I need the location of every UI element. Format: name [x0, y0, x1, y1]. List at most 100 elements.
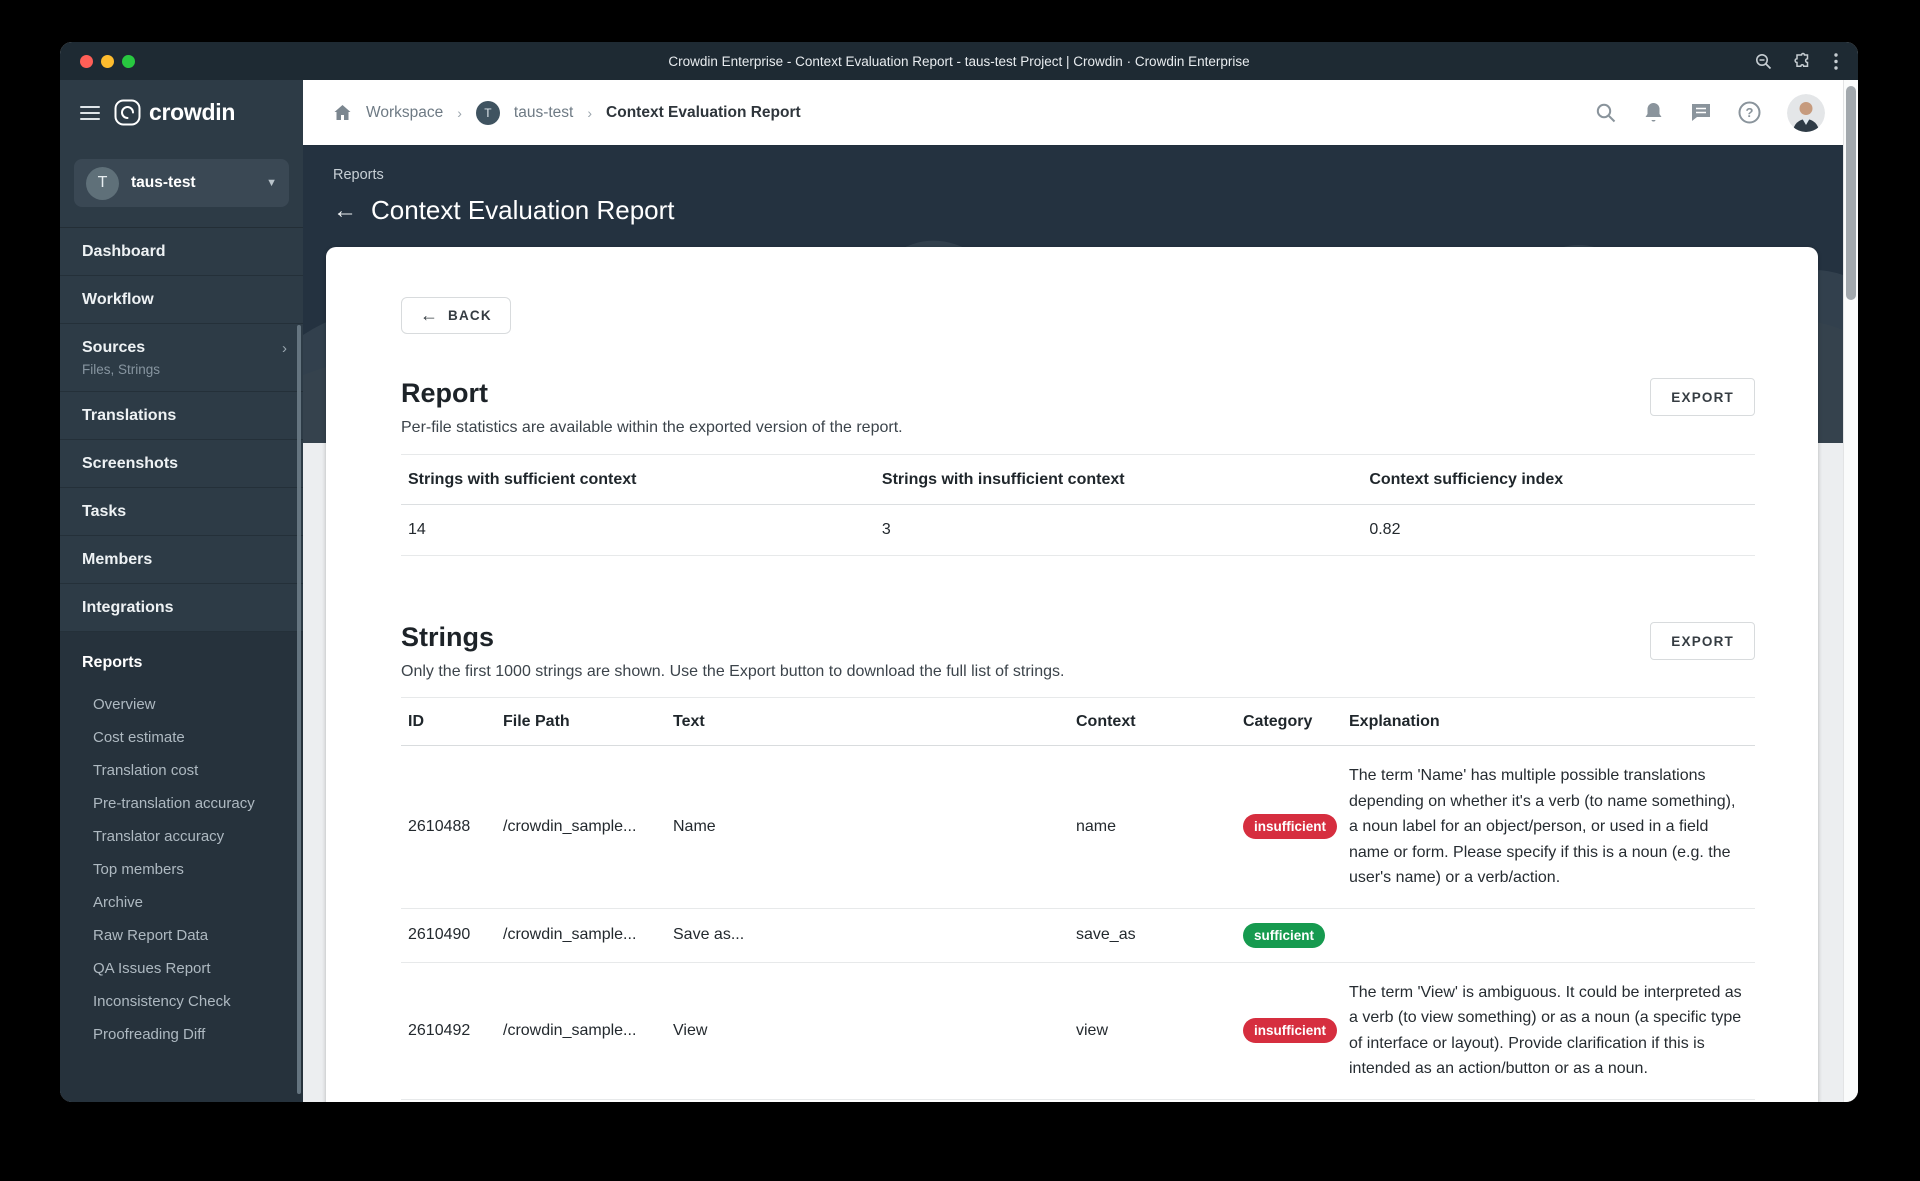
column-header: Explanation	[1342, 697, 1755, 746]
chevron-right-icon: ›	[282, 340, 287, 357]
sidebar-item-members[interactable]: Members	[60, 536, 303, 584]
sidebar-item-workflow[interactable]: Workflow	[60, 276, 303, 324]
home-icon[interactable]	[333, 104, 352, 122]
sidebar-item-label: Members	[82, 551, 153, 568]
strings-section-heading: Strings	[401, 622, 495, 652]
search-icon[interactable]	[1595, 102, 1617, 124]
strings-export-button[interactable]: EXPORT	[1650, 622, 1755, 660]
table-row[interactable]: 2610488 /crowdin_sample... Name name ins…	[401, 745, 1755, 909]
column-header: Text	[666, 697, 1069, 746]
traffic-lights	[80, 54, 135, 68]
stat-value: 3	[874, 504, 1363, 556]
sidebar-item-screenshots[interactable]: Screenshots	[60, 440, 303, 488]
report-stats-table: Strings with sufficient context Strings w…	[401, 454, 1755, 556]
sidebar-item-translations[interactable]: Translations	[60, 392, 303, 440]
sidebar-item-label: Dashboard	[82, 243, 166, 260]
table-row[interactable]: 2610492 /crowdin_sample... View view ins…	[401, 962, 1755, 1100]
extensions-icon[interactable]	[1794, 52, 1812, 70]
table-row[interactable]: 2610490 /crowdin_sample... Save as... sa…	[401, 908, 1755, 963]
help-icon[interactable]: ?	[1738, 101, 1761, 124]
sidebar-report-subitem[interactable]: Inconsistency Check	[60, 985, 303, 1018]
category-badge: insufficient	[1243, 814, 1338, 840]
sidebar-item-sublabel: Files, Strings	[82, 362, 161, 377]
stat-label: Strings with sufficient context	[401, 454, 875, 505]
breadcrumb: Workspace › T taus-test › Context Evalua…	[333, 100, 801, 125]
report-card: ← BACK Report Per-file statistics are av…	[326, 247, 1818, 1102]
column-header: File Path	[496, 697, 666, 746]
user-avatar[interactable]	[1787, 93, 1825, 132]
back-arrow-icon: ←	[420, 305, 438, 325]
cell-category: insufficient	[1236, 745, 1342, 909]
sidebar-item-tasks[interactable]: Tasks	[60, 488, 303, 536]
cell-text: Save as...	[666, 908, 1069, 963]
cell-category: sufficient	[1236, 908, 1342, 963]
sidebar-report-subitem[interactable]: QA Issues Report	[60, 952, 303, 985]
project-selector[interactable]: T taus-test ▼	[74, 159, 289, 207]
window-scrollbar-thumb[interactable]	[1846, 86, 1856, 300]
sidebar-nav: Dashboard Workflow Sources Files, String…	[60, 228, 303, 632]
crowdin-logo-icon	[114, 99, 141, 126]
report-export-button[interactable]: EXPORT	[1650, 378, 1755, 416]
sidebar-report-subitem[interactable]: Translator accuracy	[60, 820, 303, 853]
cell-id: 2610490	[401, 908, 496, 963]
project-name: taus-test	[131, 174, 196, 191]
sidebar-item-sources[interactable]: Sources Files, Strings ›	[60, 324, 303, 392]
maximize-window-button[interactable]	[122, 54, 135, 68]
chevron-down-icon: ▼	[266, 177, 277, 189]
breadcrumb-current-page: Context Evaluation Report	[606, 103, 801, 121]
zoom-indicator-icon[interactable]	[1755, 53, 1772, 70]
project-avatar: T	[86, 166, 119, 200]
back-button[interactable]: ← BACK	[401, 297, 511, 334]
column-header: Category	[1236, 697, 1342, 746]
breadcrumb-project-avatar: T	[475, 100, 500, 125]
sidebar-item-integrations[interactable]: Integrations	[60, 584, 303, 632]
notifications-bell-icon[interactable]	[1643, 101, 1664, 124]
sidebar-report-subitem[interactable]: Translation cost	[60, 754, 303, 787]
close-window-button[interactable]	[80, 54, 93, 68]
titlebar: Crowdin Enterprise - Context Evaluation …	[60, 42, 1858, 80]
page-content: Reports ← Context Evaluation Report ← BA…	[303, 145, 1843, 1102]
sidebar-report-subitem[interactable]: Archive	[60, 886, 303, 919]
cell-id: 2610492	[401, 962, 496, 1100]
stat-value: 14	[401, 504, 875, 556]
cell-context: view	[1069, 962, 1236, 1100]
sidebar-item-label: Workflow	[82, 291, 154, 308]
page-title: Context Evaluation Report	[371, 195, 675, 225]
cell-file-path: /crowdin_sample...	[496, 745, 666, 909]
sidebar-report-subitem[interactable]: Top members	[60, 853, 303, 886]
sidebar-report-subitem[interactable]: Proofreading Diff	[60, 1018, 303, 1051]
report-section-description: Per-file statistics are available within…	[401, 419, 903, 436]
back-arrow-icon[interactable]: ←	[333, 198, 357, 223]
cell-context: name	[1069, 745, 1236, 909]
minimize-window-button[interactable]	[101, 54, 114, 68]
messages-icon[interactable]	[1690, 102, 1712, 123]
sidebar: crowdin T taus-test ▼ Dashboard Workflow…	[60, 80, 303, 1102]
window-scrollbar[interactable]	[1843, 80, 1858, 1102]
column-header: Context	[1069, 697, 1236, 746]
sidebar-report-subitem[interactable]: Overview	[60, 688, 303, 721]
sidebar-report-subitem[interactable]: Pre-translation accuracy	[60, 787, 303, 820]
app-window: Crowdin Enterprise - Context Evaluation …	[60, 42, 1858, 1102]
category-badge: sufficient	[1243, 922, 1326, 948]
cell-explanation	[1342, 908, 1755, 963]
sidebar-scrollbar[interactable]	[297, 325, 301, 1094]
strings-table: ID File Path Text Context Category Explanatio…	[401, 697, 1755, 1100]
column-header: ID	[401, 697, 496, 746]
breadcrumb-project[interactable]: taus-test	[514, 104, 573, 122]
sidebar-report-subitem[interactable]: Cost estimate	[60, 721, 303, 754]
sidebar-item-label: Screenshots	[82, 455, 179, 472]
sidebar-item-dashboard[interactable]: Dashboard	[60, 228, 303, 276]
crowdin-logo[interactable]: crowdin	[114, 99, 235, 126]
sidebar-section-reports: Reports Overview Cost estimate Translati…	[60, 632, 303, 1102]
sidebar-item-reports[interactable]: Reports	[60, 654, 303, 672]
hamburger-menu-icon[interactable]	[80, 105, 100, 120]
stat-value: 0.82	[1362, 504, 1755, 556]
kebab-menu-icon[interactable]	[1834, 52, 1838, 70]
cell-file-path: /crowdin_sample...	[496, 962, 666, 1100]
cell-context: save_as	[1069, 908, 1236, 963]
sidebar-report-subitem[interactable]: Raw Report Data	[60, 919, 303, 952]
hero-eyebrow: Reports	[333, 167, 384, 183]
sidebar-item-label: Integrations	[82, 599, 174, 616]
stat-label: Context sufficiency index	[1362, 454, 1755, 505]
breadcrumb-workspace[interactable]: Workspace	[366, 104, 443, 122]
